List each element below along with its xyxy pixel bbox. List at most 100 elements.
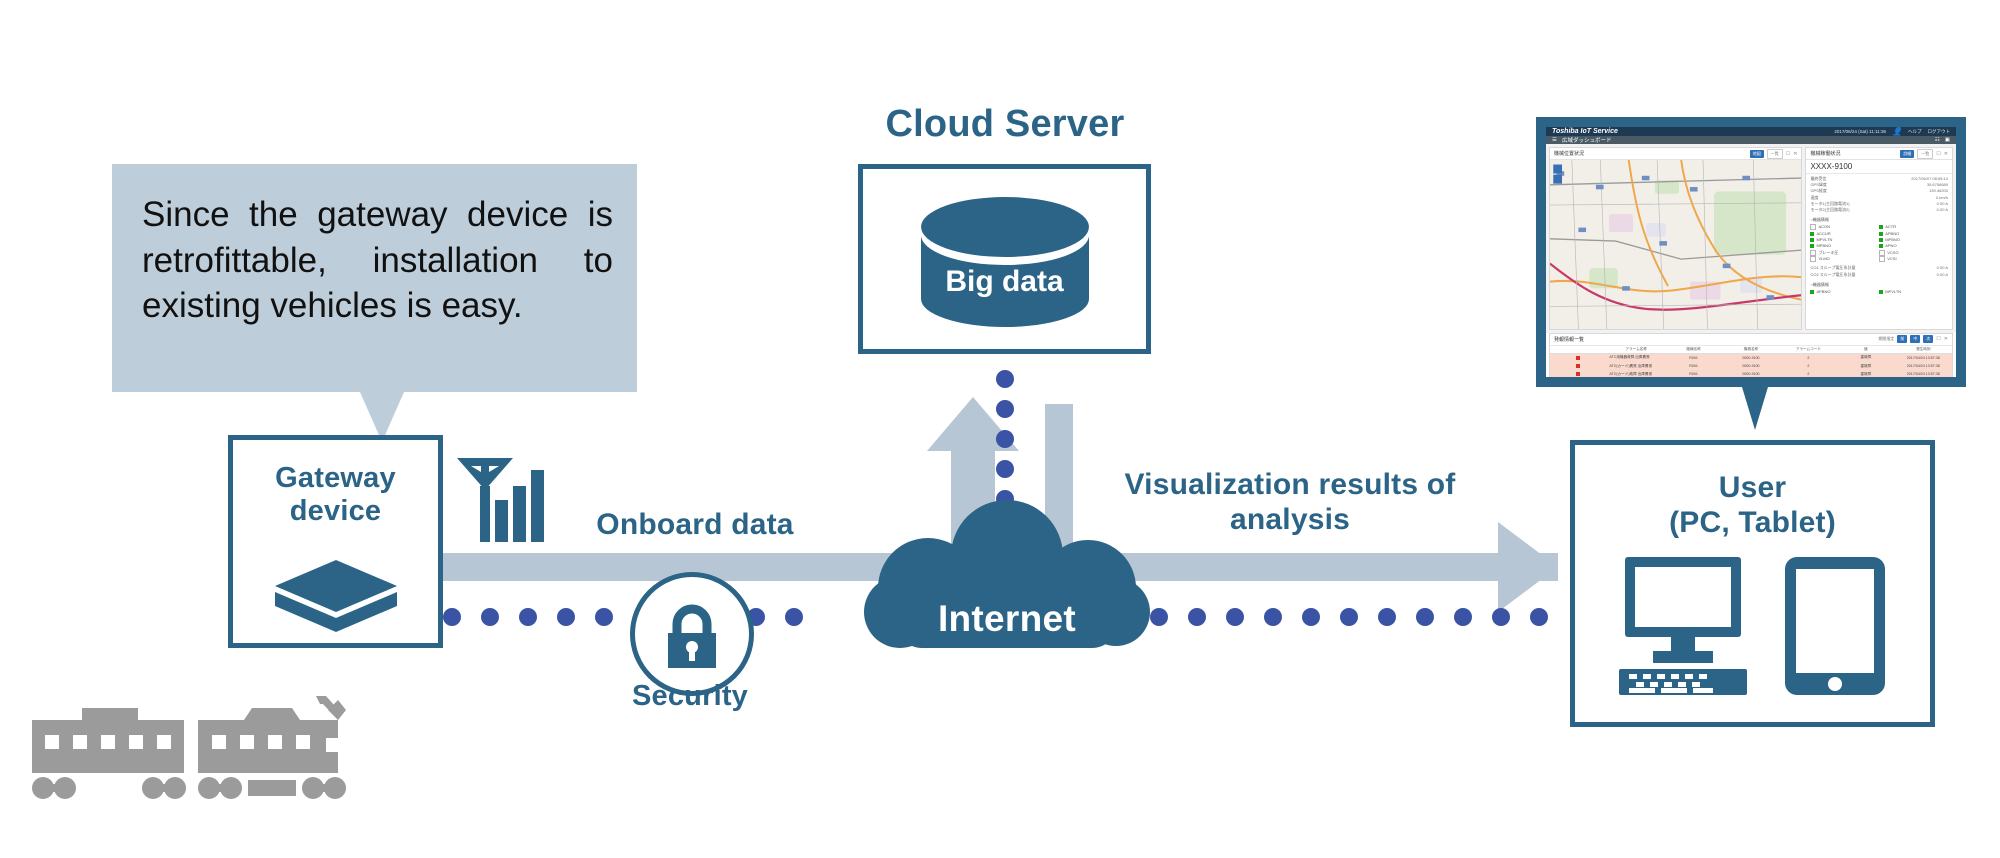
device-id: XXXX-9100	[1806, 160, 1952, 174]
popout-icon[interactable]: ☐	[1936, 336, 1940, 342]
severity-icon	[1575, 364, 1580, 369]
train-locomotive-pantograph-icon	[198, 696, 346, 799]
alert-filter-label[interactable]: 期間指定	[1878, 336, 1894, 342]
info-panel[interactable]: 機械稼働状況 詳細 一覧 ☐ ✕ XXXX-9100 最終受信 2017/06/0…	[1805, 147, 1953, 330]
status-chip-label: VCSI	[1887, 256, 1897, 262]
dashboard-navbar: ☰ 広域ダッシュボード ☷ ▣	[1546, 136, 1956, 144]
status-swatch-icon	[1879, 231, 1884, 236]
gateway-title-line2: device	[289, 495, 382, 528]
close-icon[interactable]: ✕	[1793, 151, 1797, 157]
status-swatch-icon	[1810, 231, 1815, 236]
dashboard-layout-icon[interactable]: ☷	[1935, 137, 1940, 143]
user-box[interactable]: User (PC, Tablet)	[1570, 440, 1935, 727]
alert-table-column-header[interactable]: 路線名称	[1664, 345, 1723, 354]
callout-text: Since the gateway device is retrofittabl…	[142, 195, 613, 325]
train-icons	[20, 690, 370, 845]
security-badge[interactable]	[630, 572, 754, 696]
callout-box: Since the gateway device is retrofittabl…	[112, 164, 637, 392]
device-extra-rows: CO1 スループ電圧系計量 0.00 A CO2 スループ電圧系計量 0.00 A	[1806, 263, 1952, 279]
dashboard-logout-link[interactable]: ログアウト	[1928, 129, 1951, 135]
dashboard-screenshot-frame[interactable]: Toshiba IoT Service 2017/06/24 (Sat) 11:…	[1536, 117, 1966, 387]
device-info-rows: 最終受信 2017/06/07 08:55:14 GPS緯度 35.6756689 GP…	[1806, 174, 1952, 215]
status-swatch-icon	[1879, 238, 1884, 243]
desktop-computer-icon	[1618, 555, 1747, 700]
status-chip: VCSI	[1879, 256, 1948, 263]
alert-table-cell: 2017/04/24 13:57:38	[1894, 370, 1952, 377]
alert-table-row[interactable]: ATC(カード)故障 出庫異常 R001 0000-9100 2 重故障 2017/04/…	[1550, 370, 1952, 377]
severity-icon	[1575, 355, 1580, 360]
close-icon[interactable]: ✕	[1944, 336, 1948, 342]
dashboard-body: 機械位置状況 地図 一覧 ☐ ✕ 機械稼働状況 詳細 一覧 ☐ ✕ XXXX-9…	[1546, 144, 1956, 333]
tablet-icon	[1783, 555, 1887, 702]
diagram-canvas: Since the gateway device is retrofittabl…	[0, 0, 2000, 858]
alert-table-header: 発報情報一覧 期間指定 前 中 次 ☐ ✕	[1550, 334, 1952, 346]
info-panel-pill-active[interactable]: 詳細	[1900, 149, 1915, 158]
alert-table-cell: R001	[1664, 353, 1723, 363]
map-panel[interactable]: 機械位置状況 地図 一覧 ☐ ✕	[1549, 147, 1803, 330]
info-section-label-2: ○機器情報	[1810, 281, 1829, 287]
status-swatch-icon	[1879, 225, 1884, 230]
alert-table-title: 発報情報一覧	[1554, 336, 1585, 343]
alert-table[interactable]: アラーム名称 路線名称 機械名称 アラームコード値発生時刻 ATC用機器故障 出庫異常…	[1550, 345, 1952, 377]
popout-icon[interactable]: ☐	[1936, 151, 1940, 157]
status-chips-2: APBNO MPVLTN	[1806, 288, 1952, 296]
info-panel-pill-alt[interactable]: 一覧	[1917, 148, 1934, 159]
hamburger-icon[interactable]: ☰	[1552, 137, 1557, 143]
status-swatch-icon	[1810, 249, 1817, 256]
alert-table-cell: 2017/04/24 13:57:38	[1894, 361, 1952, 371]
data-flow-arrowhead	[1498, 522, 1558, 612]
alert-table-cell: ATC用機器故障 出庫異常	[1607, 353, 1665, 363]
status-swatch-icon	[1879, 256, 1886, 263]
dashboard-nav-title: 広域ダッシュボード	[1561, 138, 1612, 144]
dashboard-screenshot[interactable]: Toshiba IoT Service 2017/06/24 (Sat) 11:…	[1546, 127, 1956, 377]
gateway-device-box[interactable]: Gateway device	[228, 435, 443, 648]
dashboard-session-meta: 2017/06/24 (Sat) 11:11:36	[1834, 129, 1887, 134]
status-swatch-icon	[1810, 290, 1815, 295]
info-row: モータ2(主回路電流2) 0.00 A	[1810, 207, 1948, 213]
alert-table-column-header[interactable]: 値	[1837, 345, 1895, 354]
alert-pill-prev[interactable]: 前	[1897, 335, 1908, 344]
alert-table-cell: 2	[1779, 361, 1838, 371]
alert-table-column-header[interactable]: 機械名称	[1722, 345, 1780, 354]
onboard-data-label: Onboard data	[596, 508, 794, 541]
dashboard-help-link[interactable]: ヘルプ	[1908, 129, 1922, 135]
alert-table-panel[interactable]: 発報情報一覧 期間指定 前 中 次 ☐ ✕ アラーム名称 路線名称 機械名称 アラーム…	[1549, 332, 1953, 377]
status-swatch-icon	[1810, 256, 1817, 263]
alert-table-column-header[interactable]	[1550, 345, 1608, 354]
user-device-icons	[1575, 555, 1930, 702]
visualization-line1: Visualization results of	[1124, 468, 1456, 501]
layers-icon	[274, 560, 397, 637]
alert-table-row[interactable]: ATC用機器故障 出庫異常 R001 0000-9100 2 重故障 2017/04/24…	[1550, 353, 1952, 363]
status-chips: ACON ACTR ACCUR APBNO MPVLTN MPBNO MPBNO APNO ブレ…	[1806, 223, 1952, 263]
alert-table-cell: 0000-9100	[1722, 361, 1780, 371]
lock-icon	[661, 604, 723, 675]
status-chip: VLMO	[1810, 256, 1879, 263]
alert-pill-current[interactable]: 中	[1910, 335, 1921, 344]
alert-table-cell: 0000-9100	[1722, 353, 1780, 363]
alert-table-column-header[interactable]: 発生時刻	[1894, 345, 1952, 354]
gateway-device-title: Gateway device	[233, 462, 438, 529]
close-icon[interactable]: ✕	[1944, 151, 1948, 157]
alert-table-column-header[interactable]: アラーム名称	[1607, 345, 1665, 354]
info-panel-header: 機械稼働状況 詳細 一覧 ☐ ✕	[1806, 148, 1952, 160]
dashboard-app-title: Toshiba IoT Service	[1552, 128, 1618, 135]
info-row-value: 0.00 A	[1936, 271, 1948, 277]
alert-table-cell: 重故障	[1837, 353, 1895, 363]
info-panel-title: 機械稼働状況	[1810, 151, 1841, 157]
alert-table-cell	[1550, 361, 1608, 371]
alert-table-row[interactable]: ATC(カード)異常 出庫異常 R001 0000-9100 2 重故障 2017/04/…	[1550, 361, 1952, 371]
user-avatar-icon[interactable]: 👤	[1892, 127, 1902, 136]
alert-pill-next[interactable]: 次	[1923, 335, 1934, 344]
map-panel-pill-alt[interactable]: 一覧	[1766, 148, 1783, 159]
status-swatch-icon	[1879, 244, 1884, 249]
info-section-label-1: ○機器情報	[1810, 217, 1829, 223]
dashboard-grid-icon[interactable]: ▣	[1945, 137, 1950, 143]
alert-table-cell: 重故障	[1837, 370, 1895, 377]
cloud-server-box[interactable]: Big data	[858, 164, 1151, 354]
status-chip-label: VLMO	[1818, 256, 1830, 262]
map-panel-title: 機械位置状況	[1554, 151, 1585, 157]
map-panel-pill-active[interactable]: 地図	[1749, 149, 1764, 158]
popout-icon[interactable]: ☐	[1786, 151, 1790, 157]
map-canvas[interactable]	[1550, 160, 1802, 329]
alert-table-column-header[interactable]: アラームコード	[1779, 345, 1838, 354]
